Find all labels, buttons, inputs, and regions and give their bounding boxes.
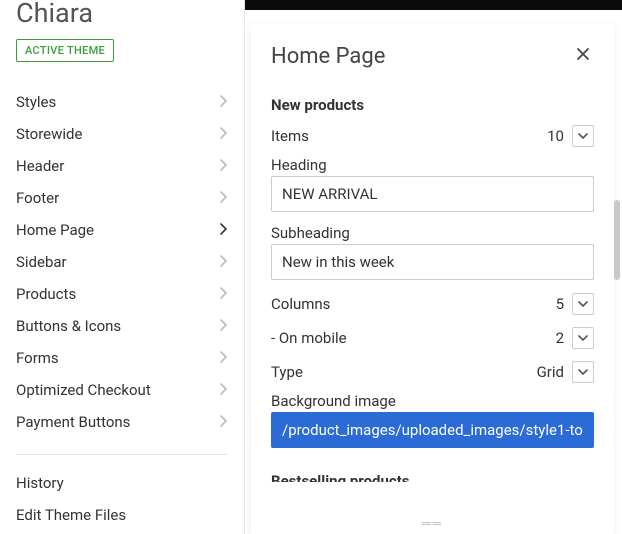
nav-item-products[interactable]: Products: [16, 278, 228, 310]
columns-dropdown[interactable]: [572, 293, 594, 315]
heading-label: Heading: [271, 156, 594, 174]
columns-label: Columns: [271, 295, 546, 313]
panel-header: Home Page: [251, 24, 614, 84]
chevron-right-icon: [220, 125, 228, 143]
subheading-input[interactable]: [271, 244, 594, 280]
nav-item-label: Home Page: [16, 221, 94, 239]
type-dropdown[interactable]: [572, 361, 594, 383]
chevron-down-icon: [578, 301, 588, 307]
nav-item-label: Styles: [16, 93, 56, 111]
close-icon: [576, 47, 590, 61]
chevron-right-icon: [220, 253, 228, 271]
type-value: Grid: [537, 363, 564, 381]
bg-label: Background image: [271, 392, 594, 410]
active-theme-badge: ACTIVE THEME: [16, 39, 114, 62]
heading-input[interactable]: [271, 176, 594, 212]
nav-item-label: Products: [16, 285, 76, 303]
type-row: Type Grid: [271, 356, 594, 388]
chevron-down-icon: [578, 133, 588, 139]
chevron-right-icon: [220, 93, 228, 111]
chevron-right-icon: [220, 413, 228, 431]
subheading-label: Subheading: [271, 224, 594, 242]
items-dropdown[interactable]: [572, 125, 594, 147]
nav-item-label: Forms: [16, 349, 59, 367]
preview-top-strip: [245, 0, 622, 10]
nav-item-label: Sidebar: [16, 253, 67, 271]
chevron-down-icon: [578, 369, 588, 375]
panel-title: Home Page: [271, 44, 385, 69]
chevron-right-icon: [220, 221, 228, 239]
nav-item-optimized-checkout[interactable]: Optimized Checkout: [16, 374, 228, 406]
drag-handle[interactable]: ══: [422, 516, 443, 530]
scrollbar-thumb[interactable]: [614, 200, 620, 280]
chevron-right-icon: [220, 349, 228, 367]
nav-item-payment-buttons[interactable]: Payment Buttons: [16, 406, 228, 438]
nav-item-edit-theme-files[interactable]: Edit Theme Files: [16, 499, 228, 531]
chevron-right-icon: [220, 285, 228, 303]
nav-item-label: Storewide: [16, 125, 82, 143]
nav-item-history[interactable]: History: [16, 467, 228, 499]
nav-item-label: Optimized Checkout: [16, 381, 151, 399]
nav-item-buttons-icons[interactable]: Buttons & Icons: [16, 310, 228, 342]
bg-input[interactable]: /product_images/uploaded_images/style1-t…: [271, 412, 594, 448]
sidebar: Chiara ACTIVE THEME Styles Storewide Hea…: [0, 0, 245, 534]
on-mobile-value: 2: [546, 329, 564, 347]
nav-item-label: Payment Buttons: [16, 413, 130, 431]
on-mobile-dropdown[interactable]: [572, 327, 594, 349]
chevron-right-icon: [220, 157, 228, 175]
nav-item-forms[interactable]: Forms: [16, 342, 228, 374]
nav-item-label: History: [16, 474, 64, 492]
columns-value: 5: [546, 295, 564, 313]
items-row: Items 10: [271, 120, 594, 152]
panel-body: New products Items 10 Heading Subheading: [251, 84, 614, 534]
nav-item-label: Footer: [16, 189, 59, 207]
scrollbar[interactable]: [614, 200, 620, 320]
on-mobile-label: - On mobile: [271, 329, 546, 347]
on-mobile-row: - On mobile 2: [271, 322, 594, 354]
section-title-bestselling: Bestselling products: [271, 472, 594, 490]
items-label: Items: [271, 127, 546, 145]
nav-item-styles[interactable]: Styles: [16, 86, 228, 118]
section-title-new-products: New products: [271, 96, 594, 114]
nav-item-label: Header: [16, 157, 64, 175]
nav-item-storewide[interactable]: Storewide: [16, 118, 228, 150]
theme-name: Chiara: [16, 0, 228, 27]
nav-item-home-page[interactable]: Home Page: [16, 214, 228, 246]
close-button[interactable]: [572, 42, 594, 70]
nav-item-footer[interactable]: Footer: [16, 182, 228, 214]
nav-item-header[interactable]: Header: [16, 150, 228, 182]
type-label: Type: [271, 363, 537, 381]
nav-item-label: Edit Theme Files: [16, 506, 126, 524]
chevron-right-icon: [220, 381, 228, 399]
chevron-right-icon: [220, 189, 228, 207]
items-value: 10: [546, 127, 564, 145]
columns-row: Columns 5: [271, 288, 594, 320]
nav-item-label: Buttons & Icons: [16, 317, 121, 335]
settings-panel: Home Page New products Items 10 Hea: [251, 24, 614, 534]
nav-item-sidebar[interactable]: Sidebar: [16, 246, 228, 278]
chevron-down-icon: [578, 335, 588, 341]
divider: [16, 454, 228, 455]
main: Home Page New products Items 10 Hea: [245, 0, 622, 534]
chevron-right-icon: [220, 317, 228, 335]
